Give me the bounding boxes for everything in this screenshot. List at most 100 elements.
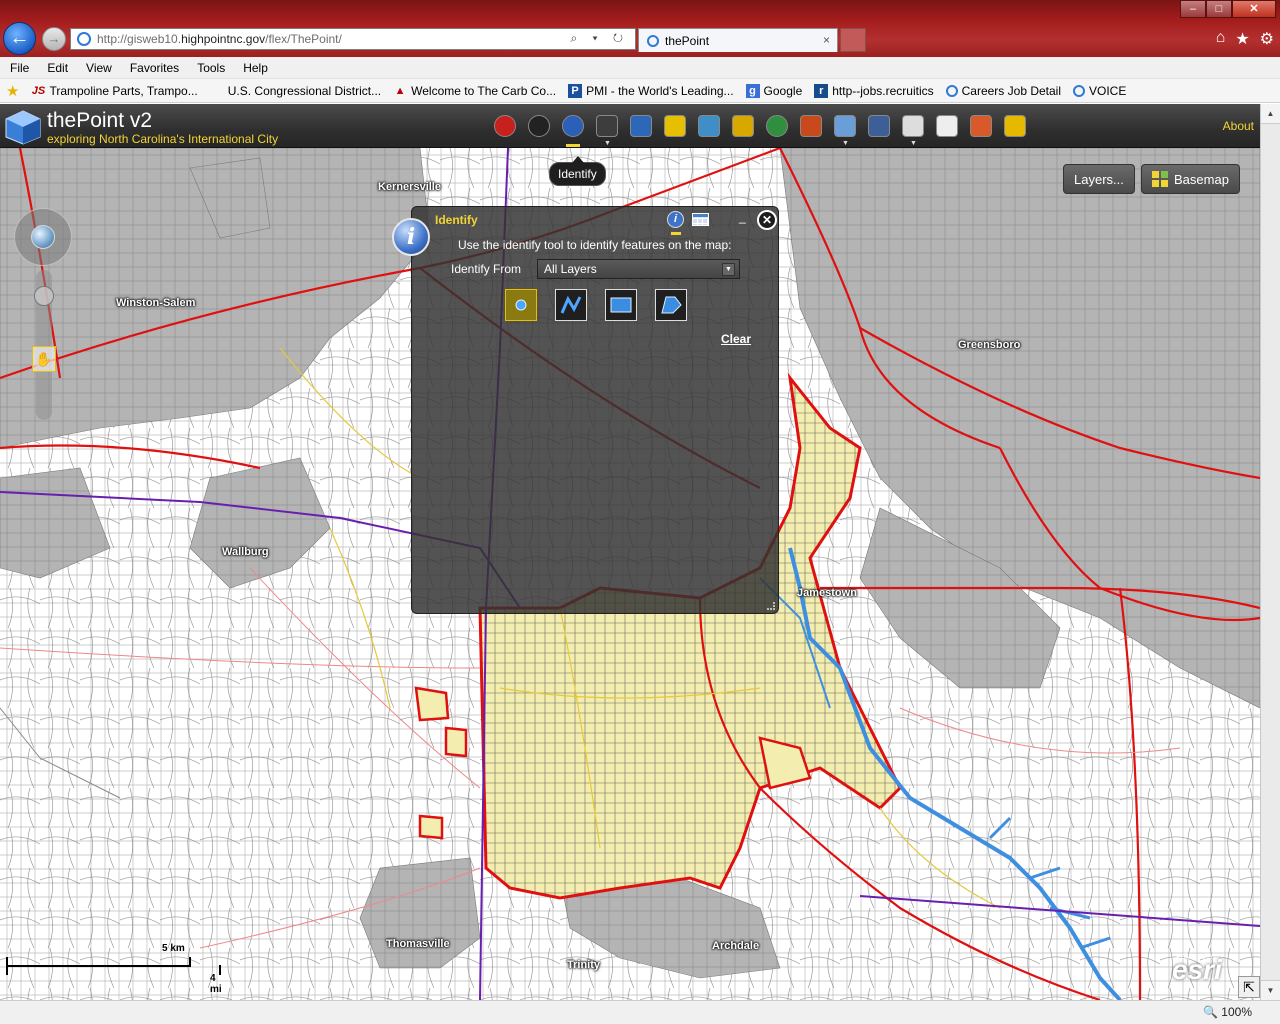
- tool-measure-button[interactable]: ▼: [830, 111, 860, 147]
- identify-from-select[interactable]: All Layers ▼: [537, 259, 740, 279]
- about-link[interactable]: About: [1223, 119, 1254, 133]
- pan-hand-icon[interactable]: ✋: [32, 346, 56, 372]
- tab-title: thePoint: [665, 33, 710, 48]
- close-icon[interactable]: ✕: [757, 210, 777, 230]
- resize-handle[interactable]: [767, 602, 775, 610]
- tool-draw-button[interactable]: ▼: [592, 111, 622, 147]
- close-window-button[interactable]: ✕: [1232, 0, 1276, 18]
- scroll-up-icon[interactable]: ▲: [1261, 104, 1280, 124]
- recruitics-icon: r: [814, 83, 829, 98]
- menu-view[interactable]: View: [86, 61, 112, 75]
- favorite-link[interactable]: r http--jobs.recruitics: [814, 83, 934, 98]
- menu-favorites[interactable]: Favorites: [130, 61, 179, 75]
- home-icon[interactable]: ⌂: [1216, 29, 1226, 49]
- menu-help[interactable]: Help: [243, 61, 268, 75]
- key-icon: [1004, 115, 1026, 137]
- tool-security-button[interactable]: [728, 111, 758, 141]
- map-label-wallburg: Wallburg: [222, 546, 269, 558]
- tool-globe-button[interactable]: [762, 111, 792, 141]
- app-title: thePoint v2: [47, 109, 153, 132]
- tab-thepoint[interactable]: thePoint ×: [638, 28, 838, 52]
- back-arrow-icon: ←: [9, 27, 30, 49]
- identify-panel: Identify i _ ✕ Use the identify tool to …: [411, 206, 779, 614]
- map-label-jamestown: Jamestown: [797, 587, 857, 599]
- tool-identify-button[interactable]: [558, 111, 588, 147]
- identify-info-tab-icon[interactable]: i: [667, 211, 684, 235]
- print-icon: [868, 115, 890, 137]
- maximize-window-button[interactable]: □: [1206, 0, 1232, 18]
- dropdown-arrow-icon: ▼: [604, 140, 611, 147]
- js-icon: JS: [31, 84, 46, 97]
- tool-navigate-button[interactable]: [660, 111, 690, 141]
- tool-key-button[interactable]: [1000, 111, 1030, 141]
- globe-icon: [766, 115, 788, 137]
- tool-red-zone-button[interactable]: [490, 111, 520, 141]
- menu-edit[interactable]: Edit: [47, 61, 68, 75]
- full-extent-globe-icon[interactable]: [31, 225, 55, 249]
- tool-download-button[interactable]: [932, 111, 962, 141]
- vertical-scrollbar[interactable]: ▲ ▼: [1260, 104, 1280, 1000]
- thepoint-logo-icon: [5, 110, 41, 145]
- clear-link[interactable]: Clear: [721, 332, 751, 346]
- browser-toolbar-icons: ⌂ ★ ⚙: [1216, 29, 1274, 49]
- favorite-link[interactable]: Careers Job Detail: [945, 84, 1061, 98]
- zoom-level[interactable]: 🔍 100%: [1203, 1005, 1252, 1019]
- url-prefix: http://gisweb10.: [97, 32, 182, 46]
- scroll-down-icon[interactable]: ▼: [1261, 980, 1280, 1000]
- dropdown-arrow-icon: ▼: [910, 140, 917, 147]
- new-tab-button[interactable]: [840, 28, 866, 52]
- tool-report-button[interactable]: [966, 111, 996, 141]
- identify-tooltip: Identify: [549, 156, 606, 186]
- scale-bar: 5 km 4 mi: [6, 943, 226, 995]
- app-toolbar: ▼ ▼ ▼: [490, 111, 1030, 147]
- zoom-slider-handle[interactable]: [34, 286, 54, 306]
- favorites-bar: ★ JS Trampoline Parts, Trampo... U.S. Con…: [0, 79, 1280, 103]
- ie-page-icon: [945, 84, 958, 97]
- ie-tab-icon: [647, 34, 659, 47]
- tool-hand-button[interactable]: ▼: [898, 111, 928, 147]
- tools-icon: [800, 115, 822, 137]
- esri-logo[interactable]: esri: [1172, 954, 1222, 986]
- identify-extent-button[interactable]: [605, 289, 637, 321]
- tool-layers-button[interactable]: [694, 111, 724, 141]
- forward-button[interactable]: →: [42, 27, 66, 51]
- tool-table-button[interactable]: [626, 111, 656, 141]
- identify-polygon-button[interactable]: [655, 289, 687, 321]
- favorite-link[interactable]: P PMI - the World's Leading...: [568, 83, 734, 98]
- identify-point-button[interactable]: [505, 289, 537, 321]
- address-tools-icons[interactable]: ⌕ ▾ ↻: [570, 31, 629, 46]
- download-icon: [936, 115, 958, 137]
- minimize-icon[interactable]: _: [739, 210, 746, 224]
- minimize-window-button[interactable]: –: [1180, 0, 1206, 18]
- address-bar[interactable]: http://gisweb10. highpointnc.gov/flex/The…: [70, 28, 636, 50]
- favorites-star-icon[interactable]: ★: [6, 82, 19, 100]
- identify-icon: [562, 115, 584, 137]
- settings-gear-icon[interactable]: ⚙: [1260, 29, 1274, 49]
- menu-tools[interactable]: Tools: [197, 61, 225, 75]
- thepoint-app: Kernersville Winston-Salem Greensboro Wa…: [0, 104, 1260, 1000]
- tool-print-button[interactable]: [864, 111, 894, 141]
- tool-crosshair-button[interactable]: [524, 111, 554, 141]
- polyline-icon: [560, 295, 582, 314]
- favorite-link[interactable]: VOICE: [1073, 84, 1126, 98]
- favorite-link[interactable]: JS Trampoline Parts, Trampo...: [31, 84, 198, 98]
- menu-file[interactable]: File: [10, 61, 29, 75]
- draw-icon: [596, 115, 618, 137]
- favorite-link[interactable]: ▲ Welcome to The Carb Co...: [393, 84, 556, 98]
- app-subtitle: exploring North Carolina's International…: [47, 132, 279, 146]
- identify-results-tab-icon[interactable]: [692, 213, 709, 226]
- basemap-button[interactable]: Basemap: [1141, 164, 1240, 194]
- favorite-link[interactable]: U.S. Congressional District...: [210, 84, 381, 98]
- back-button[interactable]: ←: [3, 22, 36, 55]
- polygon-icon: [661, 296, 682, 314]
- tab-close-icon[interactable]: ×: [823, 33, 830, 47]
- tool-tools-button[interactable]: [796, 111, 826, 141]
- chevron-down-icon: ▼: [722, 263, 735, 276]
- carb-icon: ▲: [394, 84, 406, 97]
- layers-button[interactable]: Layers...: [1063, 164, 1135, 194]
- favorites-star-icon[interactable]: ★: [1235, 29, 1249, 49]
- overview-toggle-icon[interactable]: ⇱: [1238, 976, 1260, 998]
- security-icon: [732, 115, 754, 137]
- identify-polyline-button[interactable]: [555, 289, 587, 321]
- favorite-link[interactable]: g Google: [745, 83, 802, 98]
